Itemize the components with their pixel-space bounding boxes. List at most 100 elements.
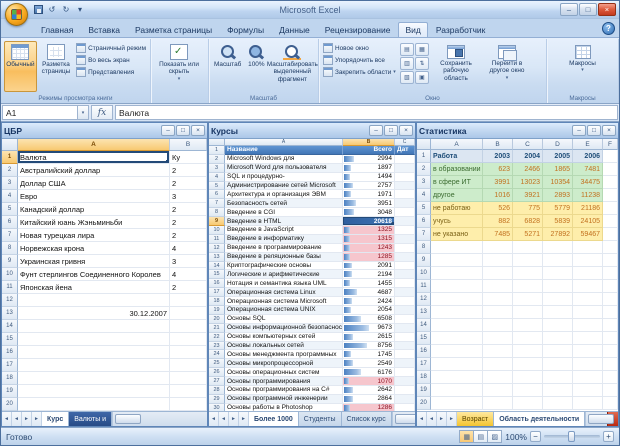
cell-F1[interactable] [603, 150, 618, 163]
zoom-to-selection-button[interactable]: Масштабировать выделенный фрагмент [267, 41, 318, 92]
cell-value-3-1[interactable]: 13023 [513, 176, 543, 189]
sheet-tab-Курс[interactable]: Курс [42, 412, 70, 426]
row-header-6[interactable]: 6 [417, 215, 431, 228]
cell-value-7-0[interactable]: 7485 [483, 228, 513, 241]
cell-total-24[interactable]: 1745 [343, 350, 395, 360]
cell-F7[interactable] [603, 228, 618, 241]
cell-A2[interactable]: Австралийский доллар [18, 164, 170, 177]
cell-A9[interactable] [431, 254, 483, 267]
cell-16-0[interactable] [483, 345, 513, 358]
cell-17-0[interactable] [483, 358, 513, 371]
cell-name-26[interactable]: Основы операционных систем [225, 368, 343, 378]
cell-15-0[interactable] [483, 332, 513, 345]
cell-B1[interactable]: Ку [170, 151, 207, 164]
cell-A14[interactable] [18, 320, 170, 333]
row-header-13[interactable]: 13 [417, 306, 431, 319]
column-header-F[interactable]: F [603, 139, 618, 150]
first-sheet-icon[interactable]: ◄ [209, 412, 219, 426]
help-icon[interactable]: ? [602, 22, 615, 35]
cell-value-4-0[interactable]: 1016 [483, 189, 513, 202]
first-sheet-icon[interactable]: ◄ [2, 412, 12, 426]
cell-F4[interactable] [603, 189, 618, 202]
row-header-17[interactable]: 17 [209, 288, 225, 298]
header-cell-name[interactable]: Название [225, 146, 343, 155]
cell-F13[interactable] [603, 306, 618, 319]
cell-date-29[interactable] [395, 394, 415, 404]
row-header-14[interactable]: 14 [2, 320, 18, 333]
cell-19-1[interactable] [513, 384, 543, 397]
row-header-20[interactable]: 20 [417, 397, 431, 410]
cell-name-9[interactable]: Введение в HTML [225, 217, 343, 227]
cell-name-15[interactable]: Логические и арифметические [225, 270, 343, 280]
cell-A10[interactable] [431, 267, 483, 280]
view-side-by-side-icon[interactable]: ▦ [415, 43, 429, 56]
split-icon[interactable]: ▤ [400, 43, 414, 56]
cell-name-7[interactable]: Безопасность сетей [225, 199, 343, 209]
child-window-titlebar[interactable]: ЦБР – □ × [2, 123, 207, 139]
cell-14-2[interactable] [543, 319, 573, 332]
cell-name-6[interactable]: Архитектура и организация ЭВМ [225, 190, 343, 200]
cell-total-15[interactable]: 2194 [343, 270, 395, 280]
cell-8-1[interactable] [513, 241, 543, 254]
name-box-dropdown-icon[interactable]: ▾ [78, 105, 89, 120]
full-screen-button[interactable]: Во весь экран [75, 55, 147, 65]
row-header-7[interactable]: 7 [2, 229, 18, 242]
row-header-13[interactable]: 13 [2, 307, 18, 320]
cell-total-16[interactable]: 1455 [343, 279, 395, 289]
formula-input[interactable]: Валюта [115, 105, 618, 120]
prev-sheet-icon[interactable]: ◄ [219, 412, 229, 426]
child-window-titlebar[interactable]: Курсы – □ × [209, 123, 415, 139]
cell-date-12[interactable] [395, 243, 415, 253]
cell-total-10[interactable]: 1325 [343, 226, 395, 235]
cell-A12[interactable] [431, 293, 483, 306]
cell-value-3-2[interactable]: 10354 [543, 176, 573, 189]
cell-B20[interactable] [170, 398, 207, 411]
cell-date-26[interactable] [395, 368, 415, 378]
cell-year-2006[interactable]: 2006 [573, 150, 603, 163]
cell-A18[interactable] [18, 372, 170, 385]
cell-total-29[interactable]: 2864 [343, 394, 395, 404]
cell-20-2[interactable] [543, 397, 573, 410]
titlebar[interactable]: ↺ ↻ ▾ Microsoft Excel – □ × [1, 1, 619, 26]
cell-name-16[interactable]: Нотация и семантика языка UML [225, 279, 343, 289]
cell-date-14[interactable] [395, 261, 415, 271]
cell-value-6-0[interactable]: 882 [483, 215, 513, 228]
cell-name-10[interactable]: Введение в JavaScript [225, 226, 343, 235]
cell-total-11[interactable]: 1315 [343, 234, 395, 244]
cell-total-13[interactable]: 1285 [343, 252, 395, 262]
row-header-24[interactable]: 24 [209, 350, 225, 360]
row-header-2[interactable]: 2 [2, 164, 18, 177]
cell-date-28[interactable] [395, 386, 415, 395]
zoom-in-icon[interactable]: + [603, 431, 614, 442]
normal-view-button[interactable]: Обычный [4, 41, 37, 92]
row-header-30[interactable]: 30 [209, 403, 225, 411]
cell-value-7-2[interactable]: 27892 [543, 228, 573, 241]
row-header-6[interactable]: 6 [2, 216, 18, 229]
cell-A9[interactable]: Украинская гривня [18, 255, 170, 268]
row-header-14[interactable]: 14 [209, 261, 225, 271]
cell-A4[interactable]: Евро [18, 190, 170, 203]
undo-icon[interactable]: ↺ [46, 3, 58, 16]
cell-name-5[interactable]: Администрирование сетей Microsoft [225, 181, 343, 191]
cell-14-3[interactable] [573, 319, 603, 332]
cell-date-17[interactable] [395, 288, 415, 298]
cell-value-3-0[interactable]: 3991 [483, 176, 513, 189]
child-restore-button[interactable]: □ [384, 125, 398, 136]
scrollbar-thumb[interactable] [394, 414, 415, 424]
cell-total-14[interactable]: 2091 [343, 261, 395, 271]
cell-A12[interactable] [18, 294, 170, 307]
cell-B15[interactable] [170, 333, 207, 346]
cell-12-0[interactable] [483, 293, 513, 306]
column-header-B[interactable]: B [170, 139, 207, 151]
row-header-23[interactable]: 23 [209, 341, 225, 351]
cell-20-0[interactable] [483, 397, 513, 410]
cell-date-10[interactable] [395, 226, 415, 235]
row-header-8[interactable]: 8 [209, 208, 225, 218]
save-icon[interactable] [32, 3, 44, 16]
cell-A20[interactable] [431, 397, 483, 410]
row-header-19[interactable]: 19 [417, 384, 431, 397]
row-header-16[interactable]: 16 [2, 346, 18, 359]
switch-windows-button[interactable]: Перейти в другое окно ▾ [483, 41, 531, 92]
custom-views-button[interactable]: Представления [75, 67, 147, 77]
sheet-tab-Валюты и[interactable]: Валюты и [69, 412, 113, 426]
